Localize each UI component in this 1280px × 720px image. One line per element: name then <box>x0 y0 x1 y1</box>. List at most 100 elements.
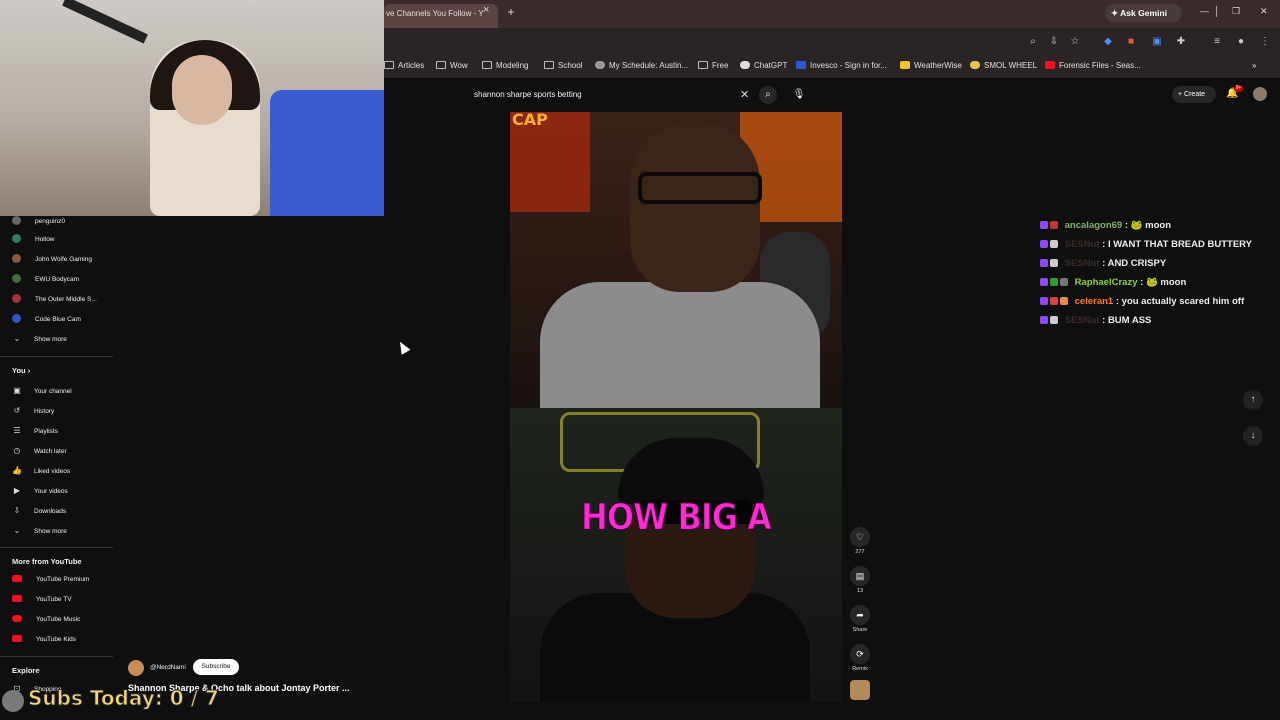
bookmark-invesco[interactable]: Invesco - Sign in for... <box>796 61 887 70</box>
sidebar-channel-john-wolfe[interactable]: John Wolfe Gaming <box>12 254 92 263</box>
bookmarks-overflow-icon[interactable]: » <box>1252 61 1256 70</box>
tab-close-icon[interactable]: × <box>483 4 489 16</box>
show-more-you[interactable]: ⌄ Show more <box>12 526 67 535</box>
extension-icon-2[interactable]: ■ <box>1124 35 1138 49</box>
chat-username: SESNut <box>1064 315 1100 326</box>
subscribe-button[interactable]: Subscribe <box>193 659 239 675</box>
new-tab-button[interactable]: + <box>504 6 518 20</box>
share-label: Share <box>852 627 868 633</box>
extension-icon-3[interactable]: ▣ <box>1150 35 1164 49</box>
chrome-menu-icon[interactable]: ⋮ <box>1258 35 1272 49</box>
playlist-icon: ☰ <box>13 426 21 435</box>
bookmarks-bar: Articles Wow Modeling School My Schedule… <box>384 56 1280 78</box>
share-icon[interactable]: ➦ <box>850 605 870 625</box>
sidebar-playlists[interactable]: ☰ Playlists <box>12 426 57 435</box>
sidebar-youtube-tv[interactable]: YouTube TV <box>12 595 72 603</box>
microphone-icon[interactable]: 🎙 <box>790 86 808 104</box>
sidebar-liked-videos[interactable]: 👍 Liked videos <box>12 466 70 475</box>
remix-icon[interactable]: ⟳ <box>850 644 870 664</box>
sidebar-history[interactable]: ↺ History <box>12 406 55 415</box>
previous-short-button[interactable]: ↑ <box>1243 390 1263 410</box>
heart-icon[interactable]: ♡ <box>850 527 870 547</box>
browser-tab[interactable]: ve Channels You Follow - Y <box>384 4 498 28</box>
remix-action[interactable]: ⟳ Remix <box>849 644 871 672</box>
next-short-button[interactable]: ↓ <box>1243 426 1263 446</box>
sidebar-youtube-music[interactable]: YouTube Music <box>12 615 80 623</box>
bookmark-chatgpt[interactable]: ChatGPT <box>740 61 787 70</box>
install-icon[interactable]: ⇩ <box>1047 35 1061 49</box>
chat-username: SESNut <box>1064 258 1100 269</box>
minimize-icon[interactable]: — <box>1200 6 1209 16</box>
youtube-tv-icon <box>12 595 22 602</box>
chat-message: SESNut : AND CRISPY <box>1040 258 1280 277</box>
chat-badge-icon <box>1050 240 1058 248</box>
sidebar-watch-later[interactable]: ◷ Watch later <box>12 446 67 455</box>
search-input[interactable] <box>466 84 756 106</box>
extension-icon[interactable]: ◆ <box>1101 35 1115 49</box>
folder-icon <box>384 61 394 69</box>
share-action[interactable]: ➦ Share <box>849 605 871 633</box>
like-action[interactable]: ♡ 277 <box>849 527 871 555</box>
maximize-icon[interactable]: ❐ <box>1232 6 1240 17</box>
bookmark-forensic-files[interactable]: Forensic Files - Seas... <box>1045 61 1141 70</box>
sidebar-your-videos[interactable]: ▶ Your videos <box>12 486 68 495</box>
audio-thumbnail[interactable] <box>850 680 870 700</box>
channel-avatar <box>12 314 21 323</box>
search-icon[interactable]: ⌕ <box>759 86 777 104</box>
tab-title: ve Channels You Follow - Y <box>386 9 484 18</box>
extensions-puzzle-icon[interactable]: ✚ <box>1174 35 1188 49</box>
channel-avatar <box>12 254 21 263</box>
sidebar-channel-hollow[interactable]: Hollow <box>12 234 55 243</box>
sidebar-youtube-premium[interactable]: YouTube Premium <box>12 575 89 583</box>
sidebar-channel-outer-middle[interactable]: The Outer Middle S... <box>12 294 97 303</box>
sidebar-your-channel[interactable]: ▣ Your channel <box>12 386 72 395</box>
shorts-video-player[interactable]: CAP HOW BIG A <box>510 112 842 702</box>
chat-message: ancalagon69 : 🐸 moon <box>1040 220 1280 239</box>
create-button[interactable]: + Create <box>1172 86 1216 103</box>
chat-badge-icon <box>1040 278 1048 286</box>
sidebar-channel-penguinz0[interactable]: penguinz0 <box>12 216 65 225</box>
bookmark-modeling[interactable]: Modeling <box>482 61 528 70</box>
search-clear-icon[interactable]: ✕ <box>740 88 749 101</box>
show-more-channels[interactable]: ⌄ Show more <box>12 334 67 343</box>
channel-avatar <box>12 234 21 243</box>
bookmark-weatherwise[interactable]: WeatherWise <box>900 61 962 70</box>
bookmark-star-icon[interactable]: ☆ <box>1068 35 1082 49</box>
sidebar-channel-code-blue-cam[interactable]: Code Blue Cam <box>12 314 81 323</box>
profile-icon[interactable]: ● <box>1234 35 1248 49</box>
channel-handle[interactable]: @NerdNami <box>150 664 186 671</box>
window-close-icon[interactable]: ✕ <box>1260 6 1268 17</box>
sidebar-downloads[interactable]: ⇩ Downloads <box>12 506 67 515</box>
invesco-icon <box>796 61 806 69</box>
tab-search-icon[interactable]: │ <box>1214 6 1220 16</box>
chevron-down-icon: ⌄ <box>13 526 21 535</box>
account-avatar[interactable] <box>1253 87 1267 101</box>
youtube-icon <box>1045 61 1055 69</box>
chat-username: celeran1 <box>1074 296 1114 307</box>
sidebar-youtube-kids[interactable]: YouTube Kids <box>12 635 76 643</box>
chat-text: I WANT THAT BREAD BUTTERY <box>1107 239 1253 250</box>
chat-text: moon <box>1157 277 1187 288</box>
bookmark-wow[interactable]: Wow <box>436 61 468 70</box>
youtube-music-icon <box>12 615 22 622</box>
sidebar-you-heading[interactable]: You › <box>12 366 30 375</box>
comment-action[interactable]: ▤ 13 <box>849 566 871 594</box>
reading-list-icon[interactable]: ≡ <box>1210 35 1224 49</box>
ask-gemini-button[interactable]: ✦ Ask Gemini <box>1105 4 1182 22</box>
sidebar-divider <box>0 356 113 357</box>
like-count: 277 <box>855 549 865 555</box>
bookmark-school[interactable]: School <box>544 61 582 70</box>
channel-avatar[interactable] <box>128 660 144 676</box>
notification-count-badge: 9+ <box>1234 85 1243 92</box>
zoom-icon[interactable]: ⌕ <box>1026 35 1040 49</box>
chat-badge-icon <box>1060 278 1068 286</box>
folder-icon <box>436 61 446 69</box>
chat-message: RaphaelCrazy : 🐸 moon <box>1040 277 1280 296</box>
bookmark-free[interactable]: Free <box>698 61 728 70</box>
sidebar-channel-ewu-bodycam[interactable]: EWU Bodycam <box>12 274 79 283</box>
bookmark-articles[interactable]: Articles <box>384 61 424 70</box>
chat-badge-icon <box>1040 316 1048 324</box>
comment-icon[interactable]: ▤ <box>850 566 870 586</box>
bookmark-my-schedule[interactable]: My Schedule: Austin... <box>595 61 688 70</box>
bookmark-smol-wheel[interactable]: SMOL WHEEL <box>970 61 1037 70</box>
